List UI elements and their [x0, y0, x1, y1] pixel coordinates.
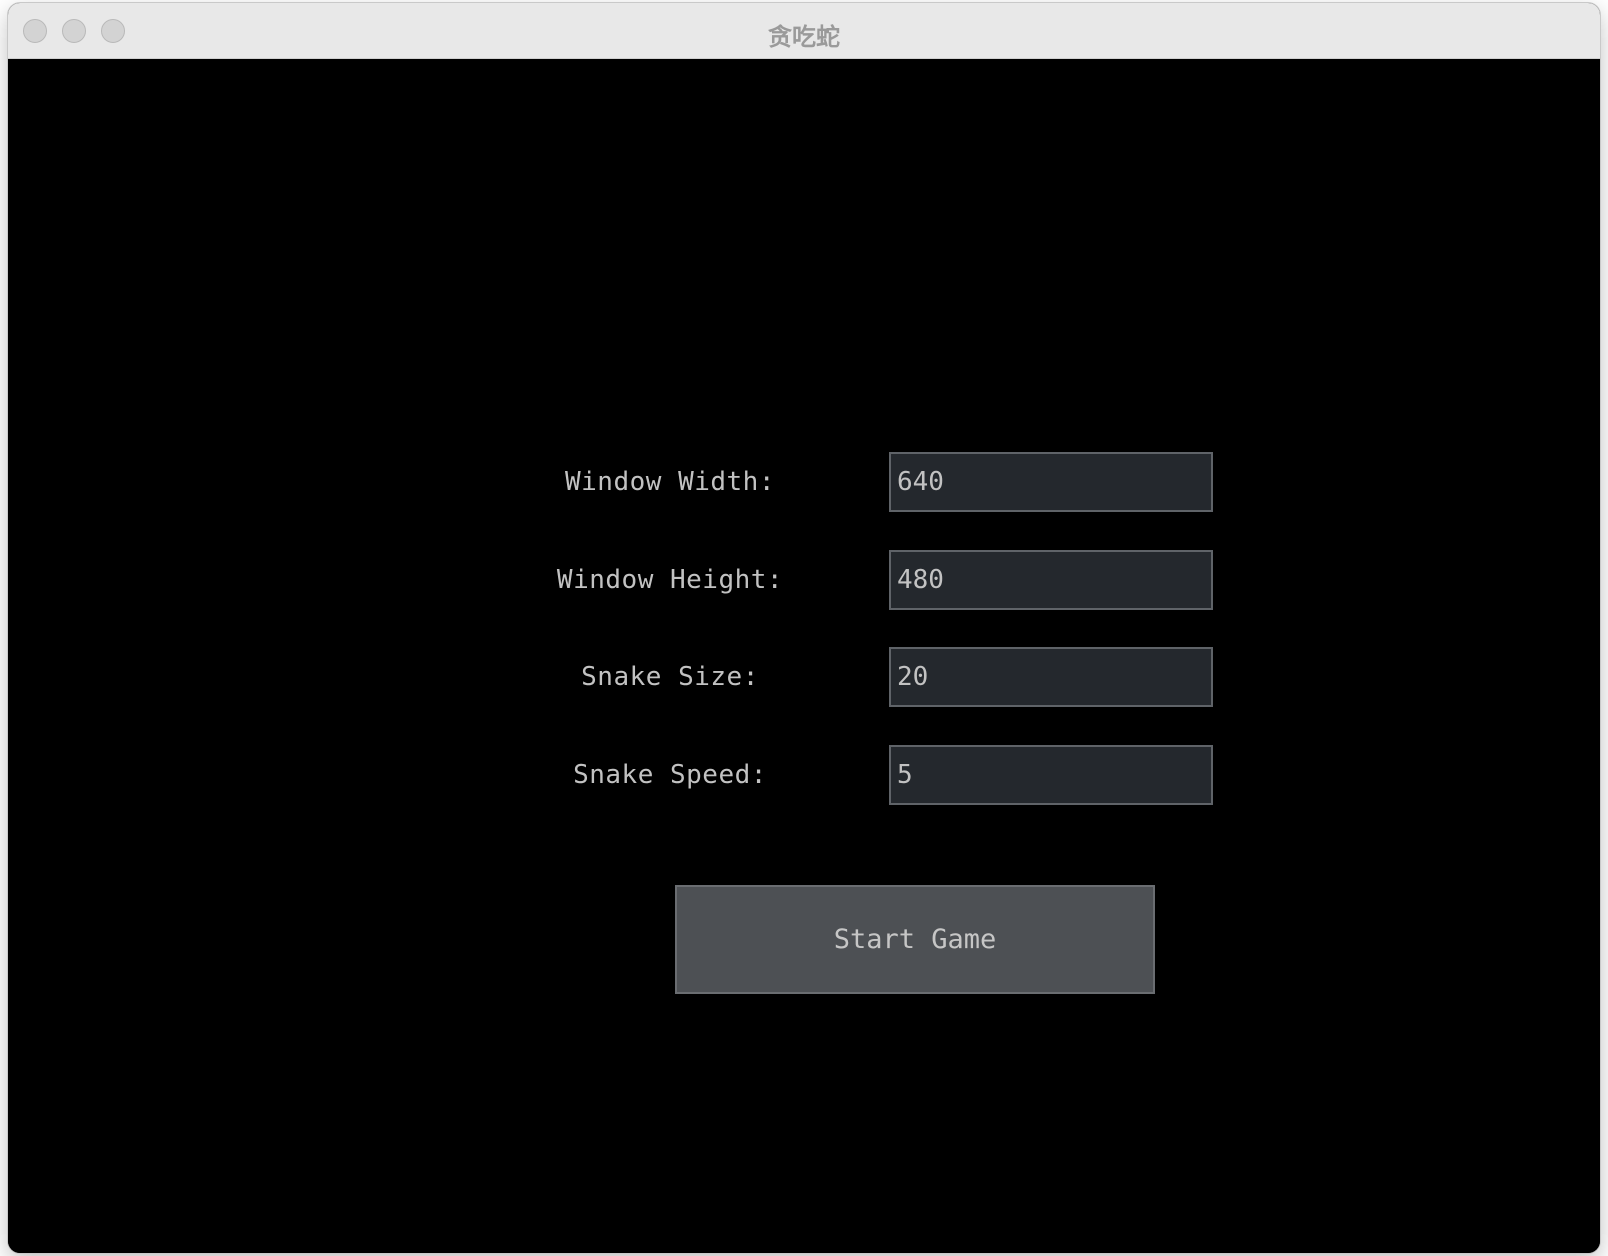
window-height-input[interactable] [889, 550, 1213, 610]
snake-size-input[interactable] [889, 647, 1213, 707]
window-width-label: Window Width: [565, 467, 775, 497]
window-title: 贪吃蛇 [768, 23, 840, 51]
window-height-label: Window Height: [556, 565, 784, 595]
game-settings-panel: Window Width: Window Height: Snake Size:… [8, 59, 1600, 1253]
snake-size-label: Snake Size: [581, 662, 759, 692]
start-game-button[interactable]: Start Game [675, 885, 1155, 994]
snake-speed-input[interactable] [889, 745, 1213, 805]
window-width-input[interactable] [889, 452, 1213, 512]
snake-speed-label: Snake Speed: [573, 760, 767, 790]
app-window: 贪吃蛇 Window Width: Window Height: Snake S… [8, 3, 1600, 1253]
title-bar: 贪吃蛇 [8, 3, 1600, 59]
